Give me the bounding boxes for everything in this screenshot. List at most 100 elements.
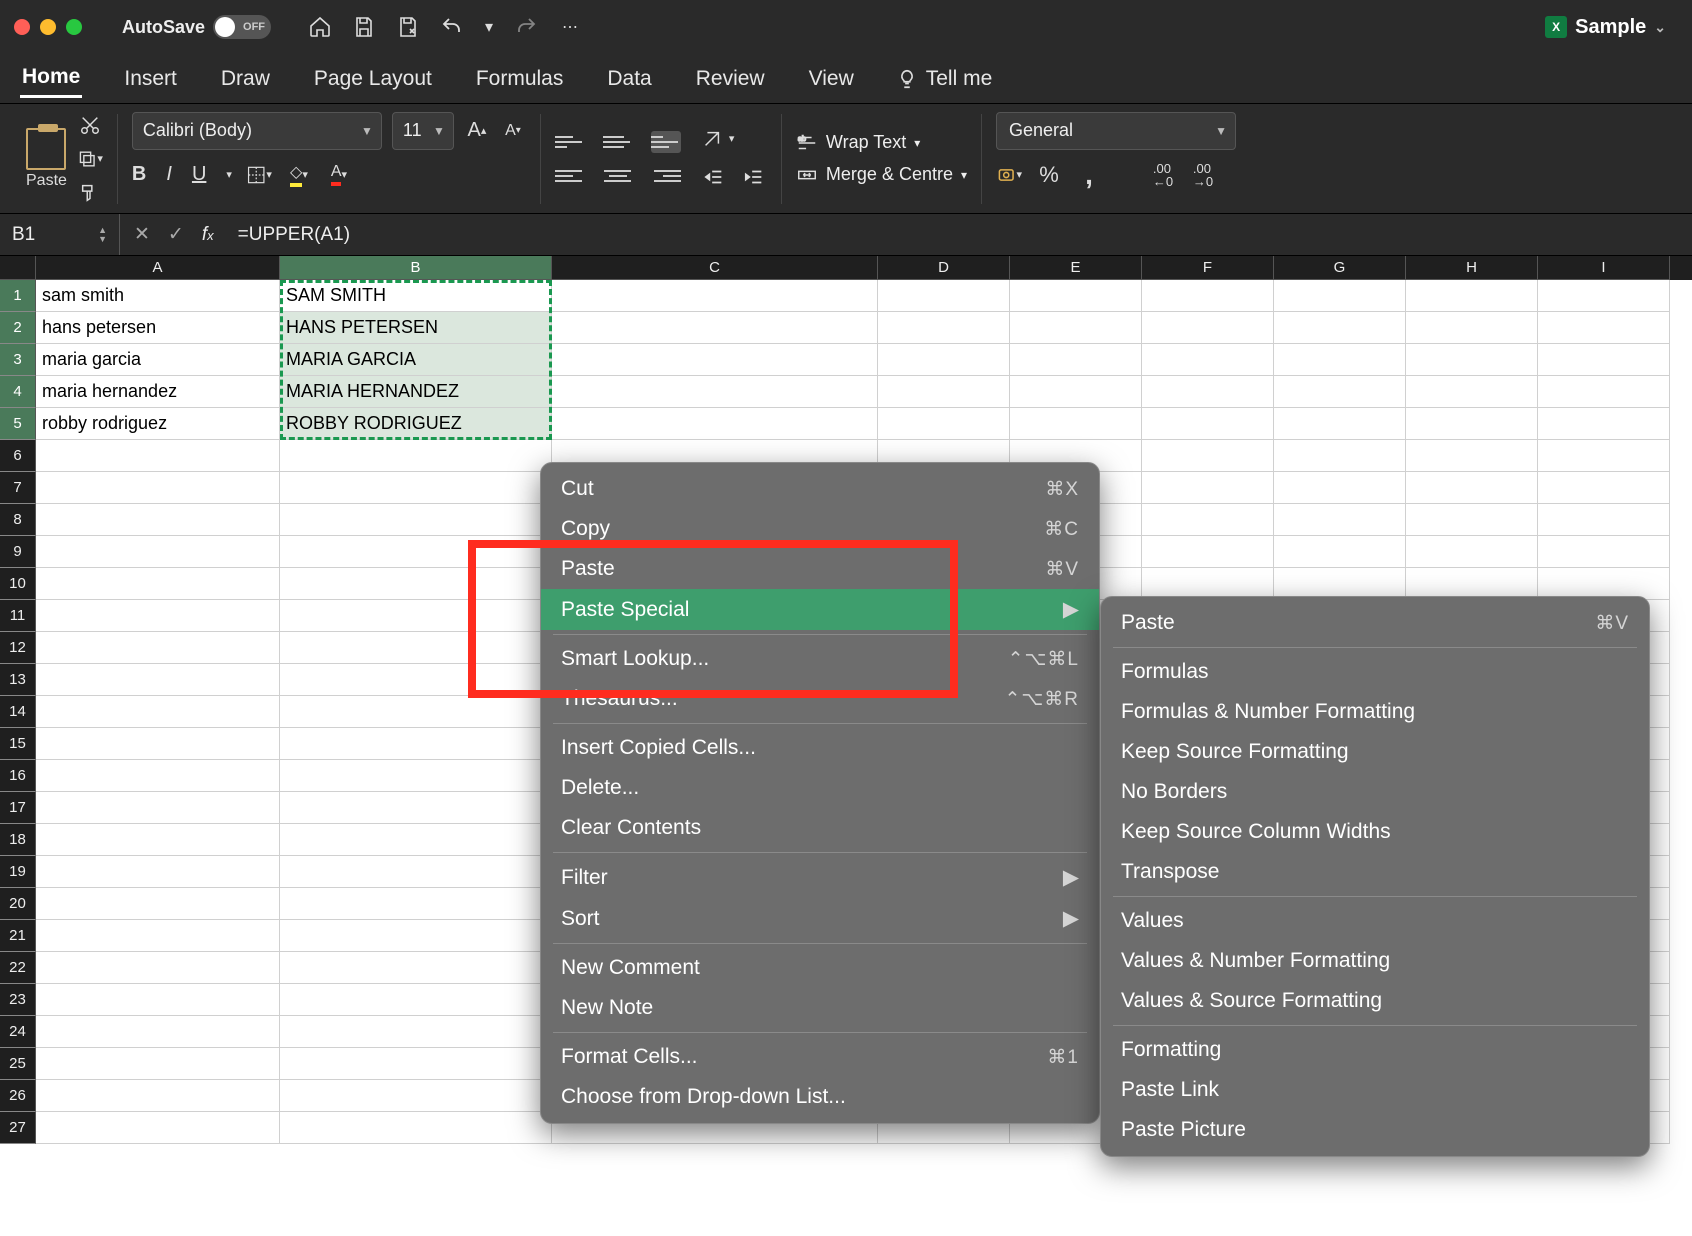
font-name-select[interactable]: Calibri (Body)▼ [132,112,382,150]
copy-icon[interactable]: ▾ [77,146,103,172]
cell[interactable] [36,536,280,568]
cell[interactable] [36,600,280,632]
tab-review[interactable]: Review [694,61,767,97]
cell[interactable] [878,344,1010,376]
cell[interactable] [280,728,552,760]
menu-item[interactable]: Copy⌘C [541,509,1099,549]
row-header[interactable]: 10 [0,568,36,600]
underline-button[interactable]: U [192,163,206,186]
column-header[interactable]: D [878,256,1010,280]
row-header[interactable]: 1 [0,280,36,312]
cancel-formula-icon[interactable]: ✕ [134,223,150,246]
cell[interactable] [1274,376,1406,408]
align-bottom-icon[interactable] [651,131,681,153]
cell[interactable] [36,728,280,760]
tab-page-layout[interactable]: Page Layout [312,61,434,97]
row-header[interactable]: 11 [0,600,36,632]
row-header[interactable]: 23 [0,984,36,1016]
cell[interactable] [1538,440,1670,472]
cell[interactable] [1010,344,1142,376]
row-header[interactable]: 16 [0,760,36,792]
cell[interactable] [36,1080,280,1112]
cell[interactable] [1142,472,1274,504]
cell[interactable] [1274,312,1406,344]
cell[interactable] [878,280,1010,312]
tab-formulas[interactable]: Formulas [474,61,566,97]
cell[interactable] [280,920,552,952]
cell[interactable] [1142,280,1274,312]
menu-item[interactable]: Formulas [1101,652,1649,692]
cell[interactable] [36,504,280,536]
namebox-stepper-icon[interactable]: ▲▼ [98,226,107,244]
cell[interactable] [1406,312,1538,344]
row-header[interactable]: 18 [0,824,36,856]
row-header[interactable]: 27 [0,1112,36,1144]
cell[interactable] [36,568,280,600]
cell[interactable] [36,664,280,696]
cell[interactable] [1142,344,1274,376]
row-header[interactable]: 2 [0,312,36,344]
cell[interactable]: sam smith [36,280,280,312]
cell[interactable] [1142,440,1274,472]
cell[interactable] [552,376,878,408]
cell[interactable] [36,984,280,1016]
cell[interactable] [36,1112,280,1144]
menu-item[interactable]: Formatting [1101,1030,1649,1070]
cell[interactable] [36,792,280,824]
row-header[interactable]: 9 [0,536,36,568]
cell[interactable]: hans petersen [36,312,280,344]
fx-icon[interactable]: fx [202,224,214,246]
cell[interactable] [1010,312,1142,344]
row-header[interactable]: 8 [0,504,36,536]
cell[interactable]: maria garcia [36,344,280,376]
cell[interactable] [1406,504,1538,536]
cell[interactable]: robby rodriguez [36,408,280,440]
row-header[interactable]: 26 [0,1080,36,1112]
cut-icon[interactable] [77,112,103,138]
percent-format-icon[interactable]: % [1036,162,1062,188]
home-icon[interactable] [307,14,333,40]
menu-item[interactable]: No Borders [1101,772,1649,812]
autosave-toggle[interactable]: AutoSave OFF [122,15,271,39]
borders-icon[interactable]: ▾ [246,162,272,188]
cell[interactable] [280,952,552,984]
bold-button[interactable]: B [132,163,146,186]
cell[interactable] [878,376,1010,408]
cell[interactable] [36,888,280,920]
cell[interactable] [552,312,878,344]
redo-icon[interactable] [513,14,539,40]
menu-item[interactable]: New Comment [541,948,1099,988]
cell[interactable] [280,600,552,632]
cell[interactable] [1406,280,1538,312]
menu-item[interactable]: Keep Source Formatting [1101,732,1649,772]
row-header[interactable]: 3 [0,344,36,376]
cell[interactable] [1274,536,1406,568]
menu-item[interactable]: Paste⌘V [1101,603,1649,643]
cell[interactable] [1142,408,1274,440]
cell[interactable] [280,856,552,888]
menu-item[interactable]: Paste⌘V [541,549,1099,589]
cell[interactable] [280,824,552,856]
save-as-icon[interactable] [395,14,421,40]
menu-item[interactable]: New Note [541,988,1099,1028]
zoom-window-button[interactable] [66,19,82,35]
decrease-font-icon[interactable]: A▾ [500,118,526,144]
menu-item[interactable]: Insert Copied Cells... [541,728,1099,768]
cell[interactable]: HANS PETERSEN [280,312,552,344]
minimize-window-button[interactable] [40,19,56,35]
undo-icon[interactable] [439,14,465,40]
wrap-text-button[interactable]: ab Wrap Text ▾ [796,132,967,154]
cell[interactable] [1142,376,1274,408]
menu-item[interactable]: Cut⌘X [541,469,1099,509]
row-header[interactable]: 22 [0,952,36,984]
row-header[interactable]: 19 [0,856,36,888]
column-header[interactable]: I [1538,256,1670,280]
column-header[interactable]: A [36,256,280,280]
cell[interactable] [280,536,552,568]
menu-item[interactable]: Thesaurus...⌃⌥⌘R [541,679,1099,719]
menu-item[interactable]: Values & Source Formatting [1101,981,1649,1021]
cell[interactable] [1406,440,1538,472]
column-header[interactable]: C [552,256,878,280]
cell[interactable] [1274,408,1406,440]
cell[interactable] [280,664,552,696]
